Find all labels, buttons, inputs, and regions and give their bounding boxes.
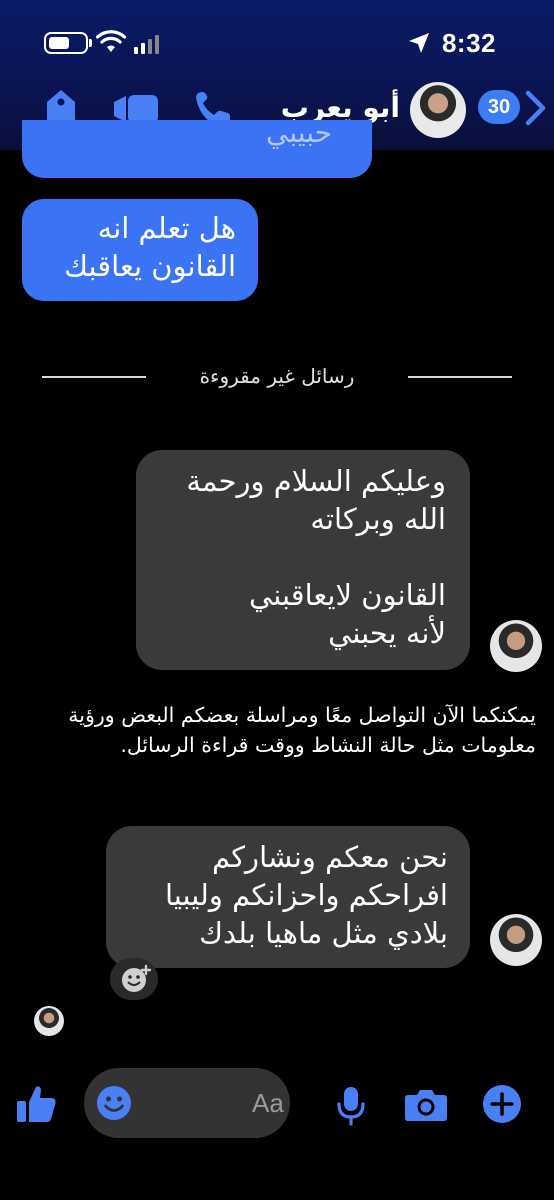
- message-line: نحن معكم ونشاركم: [211, 840, 448, 874]
- message-line: لأنه يحبني: [328, 616, 446, 650]
- camera-icon[interactable]: [404, 1088, 448, 1122]
- thumbs-up-icon[interactable]: [16, 1084, 58, 1124]
- unread-divider-label: رسائل غير مقروءة: [199, 364, 355, 388]
- message-line: هل تعلم انه: [97, 211, 236, 245]
- divider-line: [408, 376, 512, 378]
- message-line: القانون لايعاقبني: [249, 578, 446, 612]
- system-notice: يمكنكما الآن التواصل معًا ومراسلة بعضكم …: [68, 703, 536, 757]
- plus-icon[interactable]: [482, 1084, 522, 1124]
- message-text: حبيبي: [266, 120, 332, 149]
- emoji-icon[interactable]: [96, 1085, 132, 1121]
- unread-count-badge[interactable]: 30: [478, 90, 520, 124]
- sender-avatar[interactable]: [490, 914, 542, 966]
- sent-message-bubble-cutoff[interactable]: حبيبي: [22, 120, 372, 178]
- contact-avatar[interactable]: [410, 82, 466, 138]
- battery-icon: [44, 32, 88, 54]
- signal-icon: [134, 35, 159, 54]
- divider-line: [42, 376, 146, 378]
- back-chevron-icon[interactable]: [524, 90, 548, 126]
- message-line: وعليكم السلام ورحمة: [186, 464, 446, 498]
- add-reaction-button[interactable]: [110, 958, 158, 1000]
- wifi-icon: [96, 30, 126, 52]
- status-bar: 8:32: [0, 22, 554, 62]
- seen-receipt-avatar: [34, 1006, 64, 1036]
- message-line: بلادي مثل ماهيا بلدك: [199, 916, 448, 950]
- location-arrow-icon: [409, 33, 429, 53]
- message-line: افراحكم واحزانكم وليبيا: [164, 878, 448, 912]
- sent-message-bubble[interactable]: هل تعلم انه القانون يعاقبك: [22, 199, 258, 301]
- message-composer: Aa: [0, 1068, 554, 1140]
- add-reaction-icon: [122, 964, 152, 992]
- message-line: القانون يعاقبك: [64, 249, 236, 283]
- sender-avatar[interactable]: [490, 620, 542, 672]
- received-message-bubble[interactable]: وعليكم السلام ورحمة الله وبركاته القانون…: [136, 450, 470, 670]
- message-line: الله وبركاته: [310, 502, 446, 536]
- microphone-icon[interactable]: [336, 1086, 366, 1126]
- message-input-placeholder: Aa: [252, 1088, 284, 1118]
- status-time: 8:32: [441, 28, 496, 58]
- received-message-bubble[interactable]: نحن معكم ونشاركم افراحكم واحزانكم وليبيا…: [106, 826, 470, 968]
- unread-messages-divider: رسائل غير مقروءة: [42, 362, 512, 392]
